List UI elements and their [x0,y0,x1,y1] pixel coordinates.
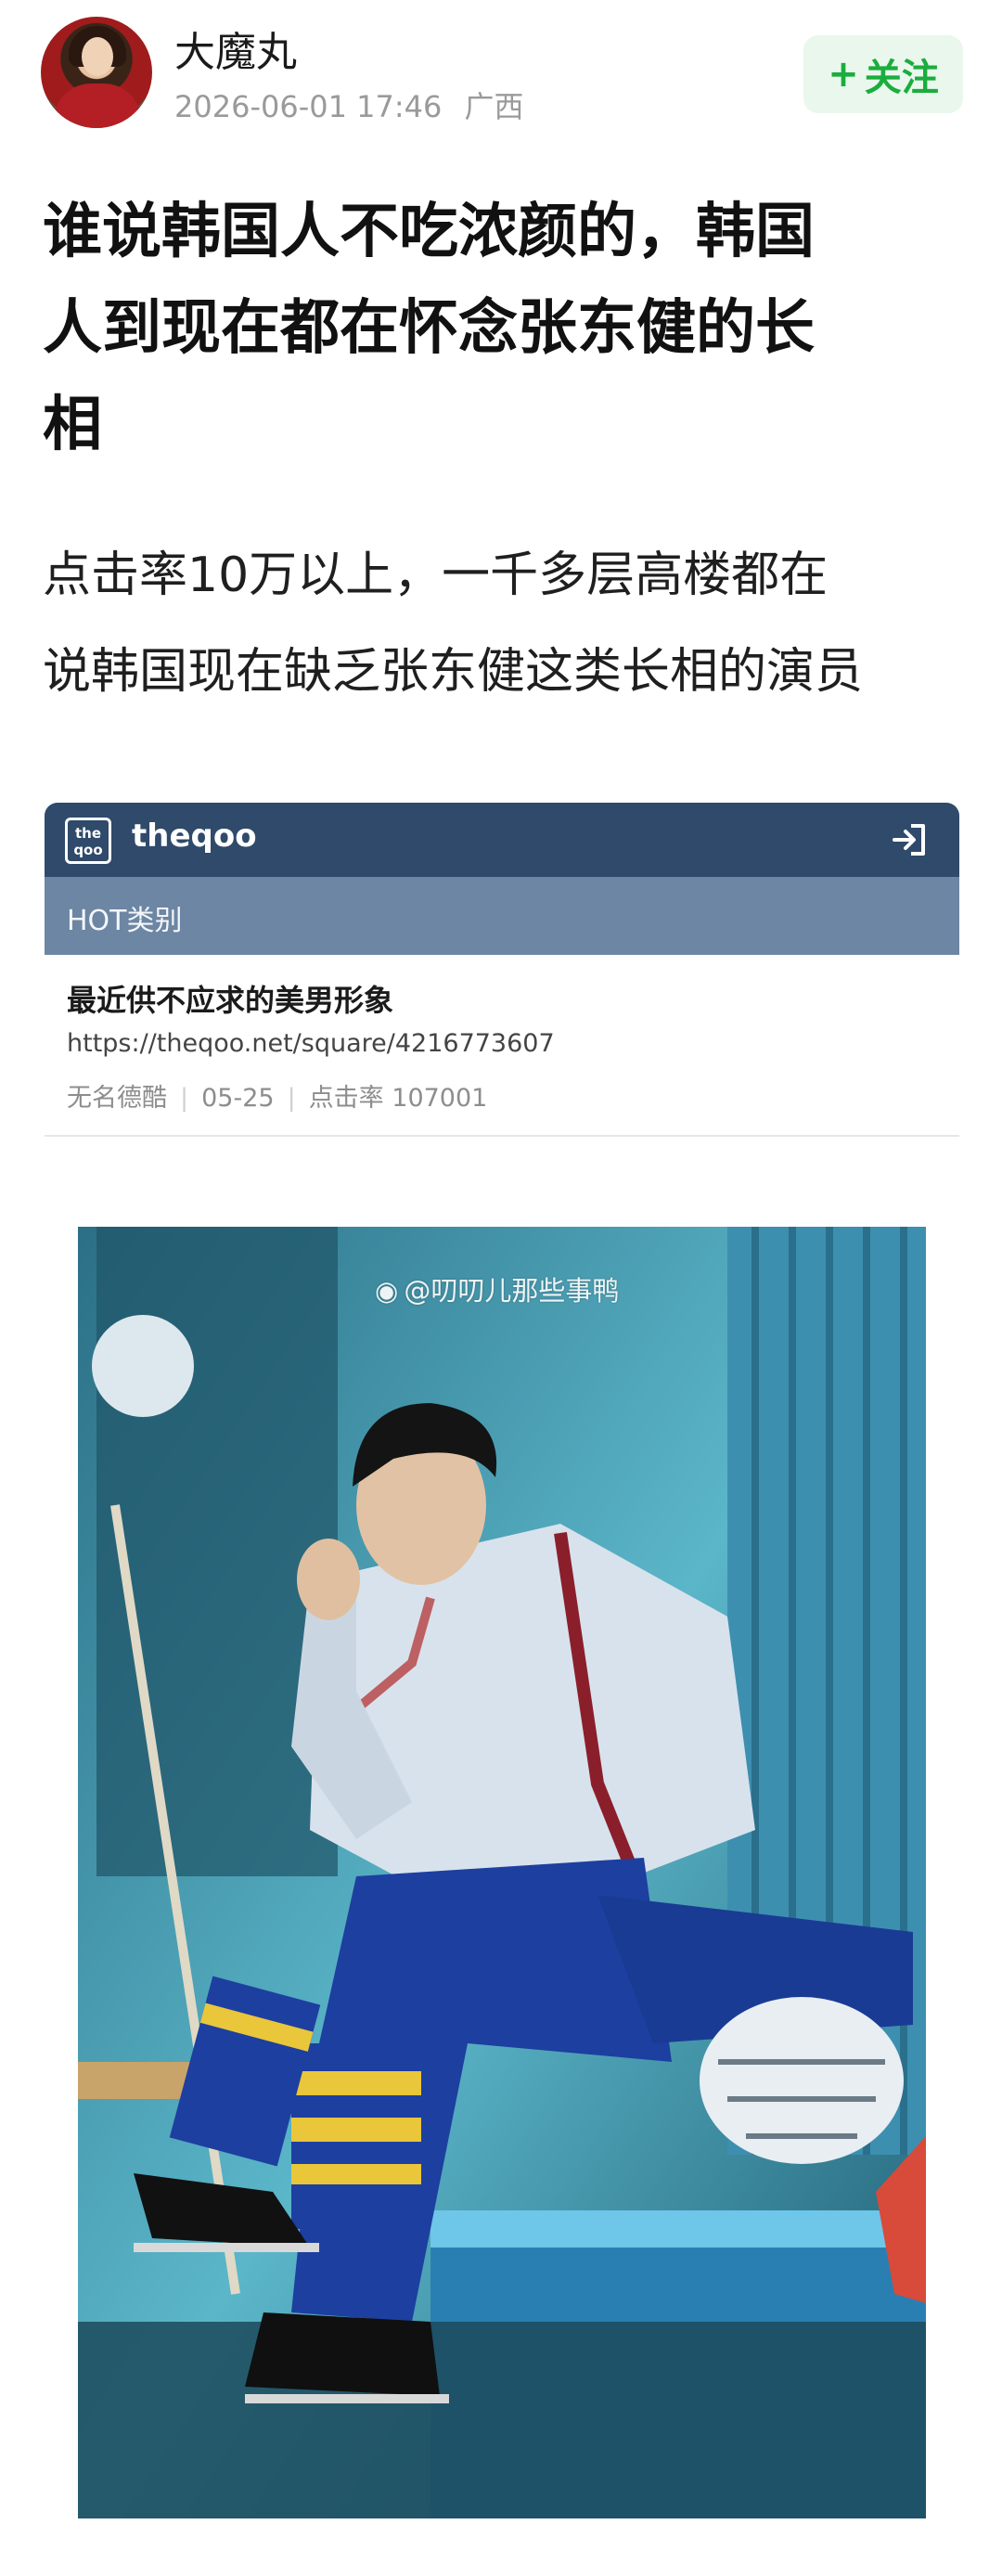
title-line: 相 [43,391,102,459]
title-line: 人到现在都在怀念张东健的长 [43,294,815,363]
post-header: 大魔丸 2026-06-01 17:46 广西 + 关注 [0,0,1002,176]
post-body: 点击率10万以上，一千多层高楼都在 说韩国现在缺乏张东健这类长相的演员 [43,527,970,720]
card-views: 点击率 107001 [308,1084,488,1113]
card-post-url: https://theqoo.net/square/4216773607 [67,1029,555,1058]
post-page: 大魔丸 2026-06-01 17:46 广西 + 关注 谁说韩国人不吃浓颜的，… [0,0,1002,2576]
category-label: HOT类别 [67,905,183,937]
avatar[interactable] [41,17,152,128]
follow-button[interactable]: + 关注 [803,35,963,113]
card-date: 05-25 [201,1084,275,1113]
brand-name: theqoo [132,818,257,855]
login-arrow-icon [893,824,925,856]
card-post-info: 无名德酷 | 05-25 | 点击率 107001 [67,1084,488,1113]
body-line: 说韩国现在缺乏张东健这类长相的演员 [43,644,864,700]
divider [45,1135,959,1137]
card-author: 无名德酷 [67,1084,167,1113]
photo-watermark: ◉ @叨叨儿那些事鸭 [375,1275,620,1307]
post-title: 谁说韩国人不吃浓颜的，韩国 人到现在都在怀念张东健的长 相 [43,184,961,473]
category-bar: HOT类别 [45,877,959,955]
username[interactable]: 大魔丸 [174,19,297,78]
body-line: 点击率10万以上，一千多层高楼都在 [43,547,829,603]
post-date: 2026-06-01 17:46 [174,89,443,124]
photo-illustration [78,1227,926,2518]
post-location: 广西 [464,89,524,124]
post-photo[interactable] [78,1227,926,2518]
plus-icon: + [828,53,859,96]
theqoo-logo: the qoo [65,818,111,864]
follow-label: 关注 [864,57,939,99]
title-line: 谁说韩国人不吃浓颜的，韩国 [43,198,815,266]
weibo-icon: ◉ [375,1275,399,1307]
card-header-bar: the qoo theqoo [45,803,959,877]
embedded-screenshot-card[interactable]: the qoo theqoo HOT类别 最近供不应求的美男形象 https:/… [45,803,959,1139]
post-meta: 2026-06-01 17:46 广西 [174,84,524,126]
card-post-title: 最近供不应求的美男形象 [67,983,394,1018]
